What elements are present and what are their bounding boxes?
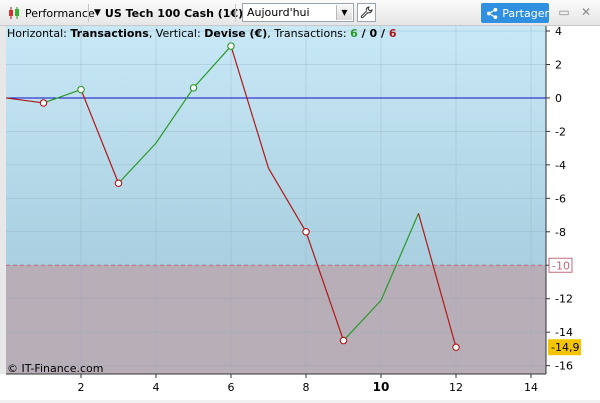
x-tick-label: 12	[449, 381, 463, 394]
wrench-button[interactable]	[357, 3, 376, 22]
wrench-icon	[360, 6, 373, 19]
y-tick-label: -14	[555, 326, 573, 339]
v-label: , Vertical:	[148, 27, 205, 40]
sep-2: /	[377, 27, 389, 40]
data-point	[227, 42, 235, 50]
data-point	[189, 84, 198, 92]
chart-header: Horizontal: Transactions, Vertical: Devi…	[7, 27, 396, 40]
win-count: 6	[350, 27, 358, 40]
toolbar-separator	[235, 4, 236, 22]
t-label: , Transactions:	[267, 27, 351, 40]
y-tick-label: 4	[555, 26, 562, 38]
x-tick-label: 6	[228, 381, 235, 394]
instrument-selector[interactable]: ▼ US Tech 100 Cash (1€)	[94, 4, 243, 22]
lower-zone	[6, 265, 546, 374]
x-tick-label: 2	[78, 381, 85, 394]
data-point	[114, 179, 123, 188]
sep-1: /	[357, 27, 370, 40]
chevron-down-icon: ▼	[94, 8, 101, 18]
data-point	[339, 336, 348, 345]
performance-button[interactable]: Performance	[3, 4, 99, 22]
instrument-label: US Tech 100 Cash (1€)	[104, 6, 244, 20]
toolbar: Performance ▼ US Tech 100 Cash (1€) Aujo…	[0, 0, 600, 26]
v-value: Devise (€)	[204, 27, 268, 40]
y-tick-label: -16	[555, 360, 573, 373]
chart-area: 420-2-4-6-8-10-12-14-16-10-14,9246810121…	[0, 25, 600, 400]
data-point	[302, 228, 310, 236]
loss-count: 6	[388, 27, 397, 40]
data-point	[452, 343, 460, 351]
y-tick-label: -12	[555, 293, 573, 306]
y-tick-label: -2	[555, 125, 566, 138]
performance-chart: 420-2-4-6-8-10-12-14-16-10-14,9246810121…	[0, 25, 600, 400]
threshold-badge-label: -10	[552, 259, 570, 272]
x-tick-label: 10	[373, 380, 390, 394]
x-tick-label: 8	[303, 381, 310, 394]
chevron-down-icon[interactable]: ▼	[336, 5, 352, 20]
y-tick-label: -8	[555, 226, 566, 239]
y-tick-label: 0	[555, 92, 562, 105]
data-point	[77, 85, 85, 94]
left-margin	[0, 26, 6, 374]
y-tick-label: -4	[555, 159, 566, 172]
x-tick-label: 14	[524, 381, 538, 394]
data-point	[39, 99, 48, 107]
share-icon	[486, 7, 498, 19]
x-axis-panel	[0, 374, 600, 400]
close-icon[interactable]: ✕	[578, 4, 594, 20]
last-value-label: -14,9	[551, 341, 579, 354]
toolbar-separator	[88, 4, 89, 22]
h-label: Horizontal:	[7, 27, 71, 40]
share-label: Partager	[502, 6, 549, 20]
copyright: © IT-Finance.com	[7, 362, 104, 375]
share-button[interactable]: Partager	[481, 3, 549, 23]
performance-label: Performance	[25, 6, 95, 20]
y-tick-label: 2	[555, 58, 562, 71]
x-tick-label: 4	[153, 381, 160, 394]
date-value: Aujourd'hui	[247, 6, 310, 19]
h-value: Transactions	[70, 27, 149, 40]
zero-count: 0	[369, 27, 378, 40]
minimize-icon[interactable]: ▭	[556, 4, 572, 20]
upper-zone	[6, 26, 546, 266]
date-select[interactable]: Aujourd'hui ▼	[242, 3, 354, 22]
candlestick-icon	[9, 7, 19, 19]
y-tick-label: -6	[555, 192, 566, 205]
